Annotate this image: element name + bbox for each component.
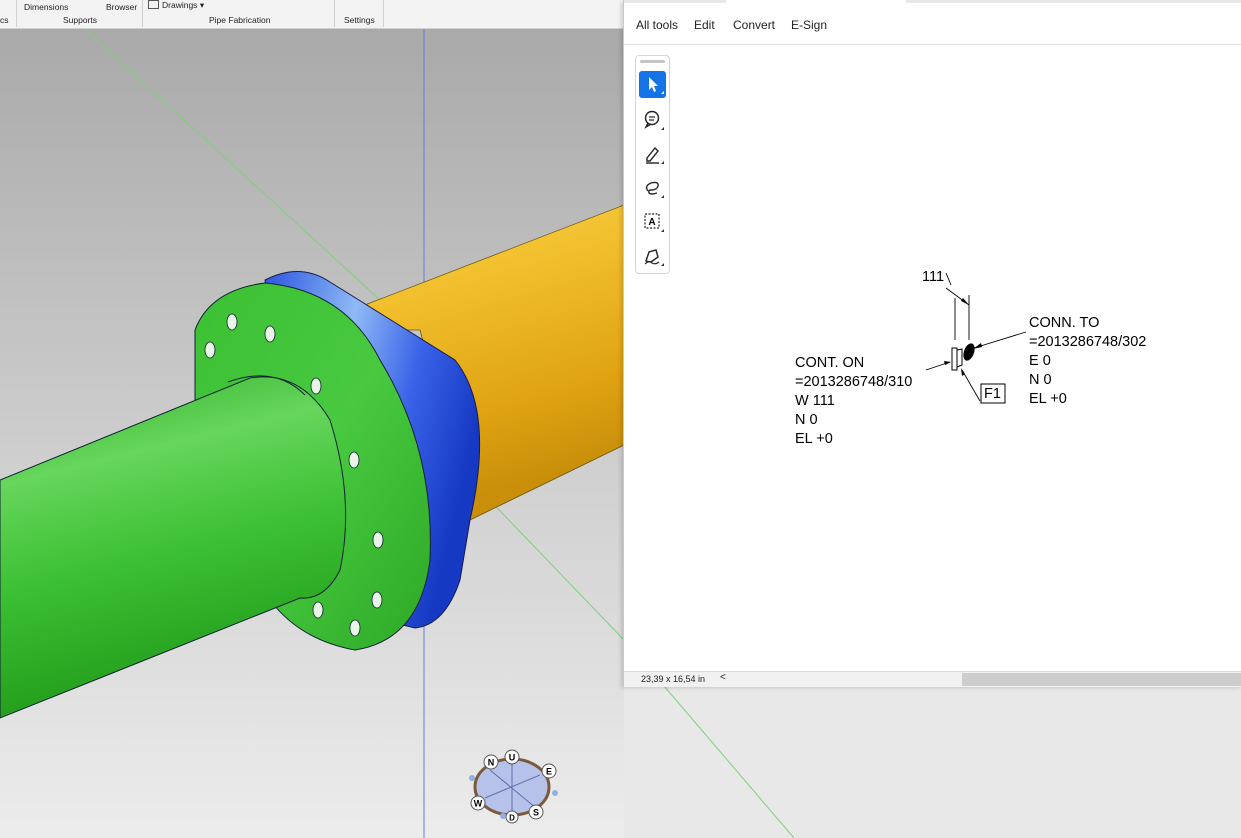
dropdown-arrow-icon: ▾ [199, 0, 205, 10]
dimension-value: 111 [922, 269, 945, 285]
viewcube-west: W [474, 799, 483, 809]
menu-e-sign[interactable]: E-Sign [791, 18, 827, 32]
3d-viewport[interactable]: N U E W S D [0, 29, 624, 838]
viewcube-south: S [533, 808, 539, 818]
viewcube-down: D [509, 814, 515, 823]
horizontal-scrollbar-thumb[interactable] [962, 673, 1241, 686]
menu-all-tools[interactable]: All tools [636, 18, 678, 32]
supports-group-label: Supports [63, 15, 98, 25]
isometric-drawing [925, 272, 1027, 404]
menu-edit[interactable]: Edit [694, 18, 715, 32]
drawings-button[interactable]: Drawings ▾ [148, 0, 204, 11]
status-bar: 23,39 x 16,54 in < [624, 671, 1241, 687]
pdf-viewer-window: All tools Edit Convert E-Sign A 111 CONN… [623, 0, 1241, 687]
pipe-fabrication-group-label: Pipe Fabrication [209, 15, 271, 25]
flag-label: F1 [984, 386, 1001, 402]
document-page[interactable]: 111 CONN. TO =2013286748/302 E 0 N 0 EL … [624, 45, 1241, 671]
viewcube-north: N [488, 758, 495, 768]
page-size-label: 23,39 x 16,54 in [641, 674, 706, 684]
viewcube-east: E [546, 767, 552, 777]
browser-button[interactable]: Browser [106, 2, 137, 12]
3d-viewport-lower[interactable] [624, 686, 1241, 838]
drawings-icon [148, 0, 159, 9]
menu-convert[interactable]: Convert [733, 18, 775, 32]
cont-on-label: CONT. ON =2013286748/310 W 111 N 0 EL +0 [795, 355, 913, 447]
conn-to-label: CONN. TO =2013286748/302 E 0 N 0 EL +0 [1029, 315, 1147, 407]
ribbon: cs Dimensions Browser Supports Drawings … [0, 0, 624, 29]
settings-group-label: Settings [344, 15, 375, 25]
ribbon-cut-label: cs [0, 15, 9, 25]
menu-bar: All tools Edit Convert E-Sign [624, 3, 1241, 45]
dimensions-button[interactable]: Dimensions [24, 2, 68, 12]
scroll-left-button[interactable]: < [720, 672, 726, 683]
viewcube-up: U [509, 753, 516, 763]
